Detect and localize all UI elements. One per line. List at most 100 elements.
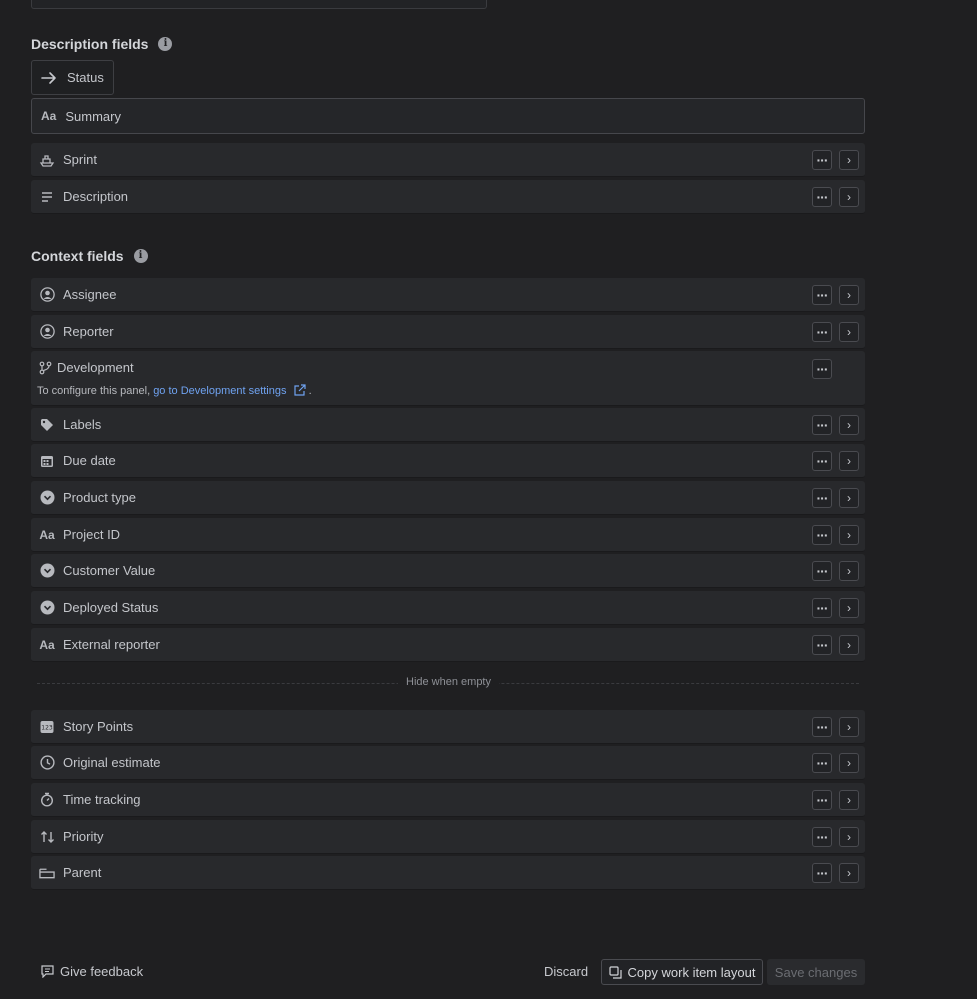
chevron-right-icon[interactable]: › bbox=[839, 415, 859, 435]
field-row-external-reporter[interactable]: Aa External reporter ··· › bbox=[31, 628, 865, 662]
field-row-reporter[interactable]: Reporter ··· › bbox=[31, 315, 865, 349]
text-icon: Aa bbox=[39, 637, 55, 652]
copy-icon bbox=[608, 965, 622, 979]
previous-field-box bbox=[31, 0, 487, 9]
more-options-button[interactable]: ··· bbox=[812, 635, 832, 655]
copy-work-item-layout-button[interactable]: Copy work item layout bbox=[601, 959, 763, 985]
field-row-customer-value[interactable]: Customer Value ··· › bbox=[31, 554, 865, 588]
note-text: To configure this panel, bbox=[37, 385, 154, 397]
more-options-button[interactable]: ··· bbox=[812, 827, 832, 847]
chevron-right-icon[interactable]: › bbox=[839, 525, 859, 545]
more-options-button[interactable]: ··· bbox=[812, 415, 832, 435]
more-options-button[interactable]: ··· bbox=[812, 150, 832, 170]
calendar-icon bbox=[39, 453, 55, 469]
field-label: Parent bbox=[63, 865, 102, 880]
context-fields-title: Context fields bbox=[31, 248, 124, 264]
field-row-description[interactable]: Description ··· › bbox=[31, 180, 865, 214]
chevron-right-icon[interactable]: › bbox=[839, 451, 859, 471]
field-label: Deployed Status bbox=[63, 600, 159, 615]
more-options-button[interactable]: ··· bbox=[812, 488, 832, 508]
more-options-button[interactable]: ··· bbox=[812, 790, 832, 810]
more-options-button[interactable]: ··· bbox=[812, 359, 832, 379]
field-label: Product type bbox=[63, 490, 136, 505]
external-link-icon[interactable] bbox=[293, 384, 306, 397]
chevron-right-icon[interactable]: › bbox=[839, 322, 859, 342]
more-options-button[interactable]: ··· bbox=[812, 863, 832, 883]
development-panel: Development ··· To configure this panel,… bbox=[31, 351, 865, 406]
chevron-right-icon[interactable]: › bbox=[839, 285, 859, 305]
discard-button[interactable]: Discard bbox=[544, 964, 588, 979]
parent-icon bbox=[39, 865, 55, 881]
chevron-right-icon[interactable]: › bbox=[839, 187, 859, 207]
context-fields-heading: Context fields i bbox=[31, 248, 148, 264]
more-options-button[interactable]: ··· bbox=[812, 525, 832, 545]
branch-icon bbox=[39, 361, 52, 375]
chevron-right-icon[interactable]: › bbox=[839, 790, 859, 810]
chevron-right-icon[interactable]: › bbox=[839, 598, 859, 618]
more-options-button[interactable]: ··· bbox=[812, 598, 832, 618]
field-row-assignee[interactable]: Assignee ··· › bbox=[31, 278, 865, 312]
field-row-time-tracking[interactable]: Time tracking ··· › bbox=[31, 783, 865, 817]
chevron-right-icon[interactable]: › bbox=[839, 635, 859, 655]
field-row-parent[interactable]: Parent ··· › bbox=[31, 856, 865, 890]
field-row-priority[interactable]: Priority ··· › bbox=[31, 820, 865, 854]
development-label: Development bbox=[57, 360, 134, 375]
description-fields-title: Description fields bbox=[31, 36, 149, 52]
note-suffix: . bbox=[308, 385, 312, 397]
give-feedback-button[interactable]: Give feedback bbox=[41, 964, 143, 979]
field-label: Description bbox=[63, 189, 129, 204]
chevron-right-icon[interactable]: › bbox=[839, 863, 859, 883]
field-label: Original estimate bbox=[63, 755, 161, 770]
chevron-right-icon[interactable]: › bbox=[839, 753, 859, 773]
development-note: To configure this panel, go to Developme… bbox=[37, 384, 312, 397]
more-options-button[interactable]: ··· bbox=[812, 717, 832, 737]
status-field-chip[interactable]: Status bbox=[31, 60, 114, 95]
svg-text:123: 123 bbox=[41, 724, 53, 731]
field-row-due-date[interactable]: Due date ··· › bbox=[31, 444, 865, 478]
field-row-story-points[interactable]: 123 Story Points ··· › bbox=[31, 710, 865, 744]
summary-field-row[interactable]: Aa Summary bbox=[31, 98, 865, 134]
field-row-deployed-status[interactable]: Deployed Status ··· › bbox=[31, 591, 865, 625]
info-icon[interactable]: i bbox=[158, 37, 173, 51]
field-row-project-id[interactable]: Aa Project ID ··· › bbox=[31, 518, 865, 552]
info-icon[interactable]: i bbox=[133, 249, 148, 263]
field-label: Assignee bbox=[63, 287, 117, 302]
more-options-button[interactable]: ··· bbox=[812, 753, 832, 773]
dropdown-icon bbox=[39, 490, 55, 506]
field-row-sprint[interactable]: Sprint ··· › bbox=[31, 143, 865, 177]
field-label: Due date bbox=[63, 453, 116, 468]
field-row-product-type[interactable]: Product type ··· › bbox=[31, 481, 865, 515]
hide-when-empty-label: Hide when empty bbox=[398, 676, 499, 688]
field-label: External reporter bbox=[63, 637, 160, 652]
save-changes-button[interactable]: Save changes bbox=[767, 959, 865, 985]
more-options-button[interactable]: ··· bbox=[812, 322, 832, 342]
chevron-right-icon[interactable]: › bbox=[839, 488, 859, 508]
chevron-right-icon[interactable]: › bbox=[839, 717, 859, 737]
more-options-button[interactable]: ··· bbox=[812, 285, 832, 305]
clock-icon bbox=[39, 755, 55, 771]
user-icon bbox=[39, 324, 55, 340]
stopwatch-icon bbox=[39, 792, 55, 808]
give-feedback-label: Give feedback bbox=[60, 964, 144, 979]
development-header: Development bbox=[39, 360, 134, 375]
chevron-right-icon[interactable]: › bbox=[839, 827, 859, 847]
development-settings-link[interactable]: go to Development settings bbox=[153, 385, 286, 397]
copy-work-item-layout-label: Copy work item layout bbox=[627, 964, 756, 980]
more-options-button[interactable]: ··· bbox=[812, 561, 832, 581]
field-row-original-estimate[interactable]: Original estimate ··· › bbox=[31, 746, 865, 780]
arrow-right-icon bbox=[41, 71, 57, 85]
field-label: Customer Value bbox=[63, 563, 156, 578]
chevron-right-icon[interactable]: › bbox=[839, 150, 859, 170]
field-row-labels[interactable]: Labels ··· › bbox=[31, 408, 865, 442]
text-icon: Aa bbox=[41, 109, 57, 123]
field-label: Reporter bbox=[63, 324, 114, 339]
text-icon: Aa bbox=[39, 527, 55, 542]
field-label: Project ID bbox=[63, 527, 121, 542]
more-options-button[interactable]: ··· bbox=[812, 451, 832, 471]
chevron-right-icon[interactable]: › bbox=[839, 561, 859, 581]
field-label: Labels bbox=[63, 417, 102, 432]
more-options-button[interactable]: ··· bbox=[812, 187, 832, 207]
field-label: Time tracking bbox=[63, 792, 141, 807]
user-icon bbox=[39, 287, 55, 303]
description-icon bbox=[39, 189, 55, 205]
